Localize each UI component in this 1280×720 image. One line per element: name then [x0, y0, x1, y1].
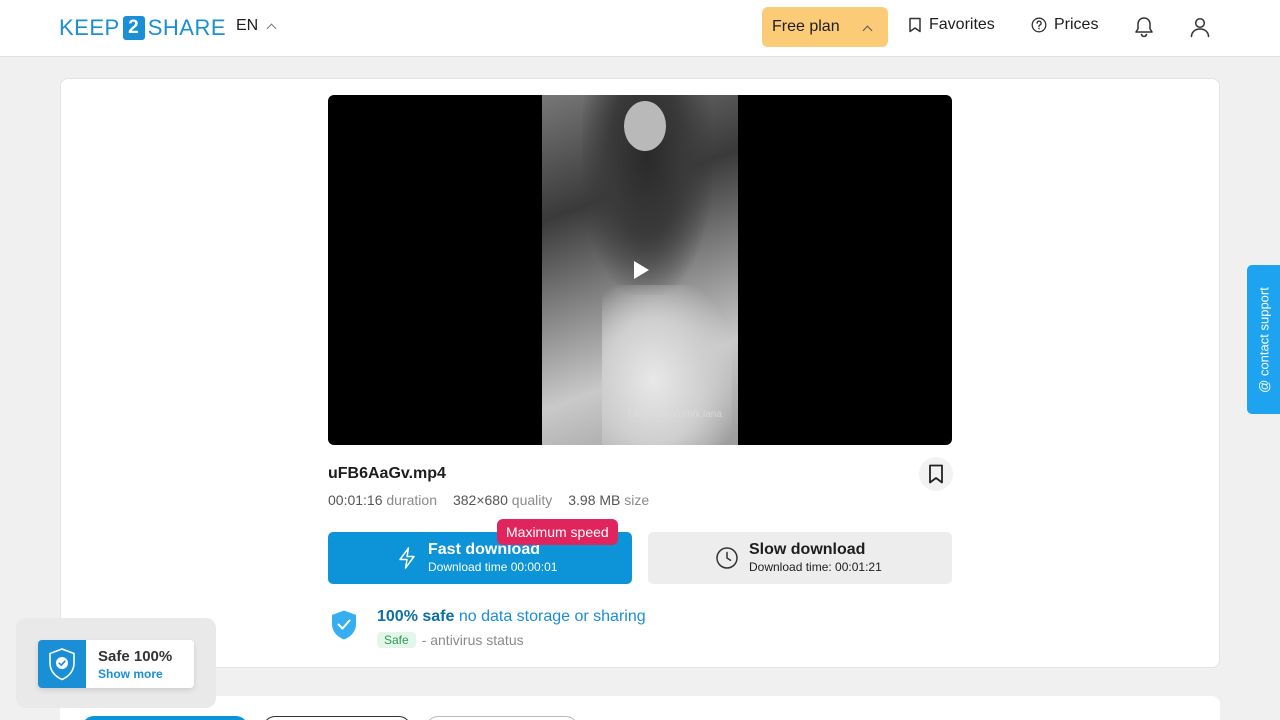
- logo-number: 2: [122, 16, 145, 40]
- antivirus-status-badge: Safe: [377, 632, 416, 648]
- slow-download-button[interactable]: Slow download Download time: 00:01:21: [648, 532, 952, 584]
- site-logo[interactable]: KEEP 2 SHARE: [59, 15, 226, 41]
- quality-label: quality: [511, 492, 553, 508]
- slow-download-time: Download time: 00:01:21: [749, 560, 882, 574]
- file-meta: 00:01:16 duration 382×680 quality 3.98 M…: [328, 492, 649, 508]
- logo-text-left: KEEP: [59, 15, 120, 40]
- video-watermark: OnlyFans.com/x.lana: [628, 409, 722, 420]
- favorites-label: Favorites: [929, 16, 995, 33]
- prices-label: Prices: [1054, 16, 1099, 33]
- safe-popup-title: Safe 100%: [98, 648, 173, 665]
- top-header: KEEP 2 SHARE EN Free plan Favorites Prices: [0, 0, 1280, 57]
- user-account-icon[interactable]: [1187, 14, 1213, 40]
- safe-title-rest: no data storage or sharing: [458, 608, 646, 625]
- clock-icon: [716, 547, 738, 569]
- help-circle-icon: [1031, 17, 1047, 33]
- chevron-up-icon: [862, 25, 873, 36]
- duration-label: duration: [386, 492, 437, 508]
- show-more-link[interactable]: Show more: [98, 667, 163, 681]
- safe-badge-popup[interactable]: Safe 100% Show more: [38, 640, 194, 688]
- file-name: uFB6AaGv.mp4: [328, 465, 446, 482]
- slow-download-title: Slow download: [749, 541, 866, 558]
- free-plan-button[interactable]: Free plan: [762, 7, 888, 47]
- duration-value: 00:01:16: [328, 492, 383, 508]
- prices-link[interactable]: Prices: [1031, 16, 1098, 34]
- bookmark-icon: [929, 464, 943, 484]
- quality-value: 382×680: [452, 492, 508, 508]
- free-plan-label: Free plan: [772, 18, 840, 35]
- size-value: 3.98 MB: [568, 492, 621, 508]
- bookmark-icon: [909, 17, 921, 33]
- chevron-up-icon: [266, 23, 277, 33]
- contact-support-label: @ contact support: [1256, 286, 1271, 393]
- language-selector[interactable]: EN: [236, 17, 277, 35]
- logo-text-right: SHARE: [147, 15, 226, 40]
- contact-support-tab[interactable]: @ contact support: [1247, 265, 1280, 414]
- add-to-favorites-button[interactable]: [919, 457, 953, 491]
- favorites-link[interactable]: Favorites: [908, 16, 995, 34]
- fast-download-time: Download time 00:00:01: [428, 560, 558, 574]
- shield-check-icon: [332, 610, 356, 640]
- safe-title-bold: 100% safe: [377, 608, 455, 625]
- tab-second[interactable]: [263, 716, 411, 720]
- tab-third[interactable]: [426, 716, 578, 720]
- maximum-speed-badge: Maximum speed: [497, 519, 618, 545]
- language-label: EN: [236, 17, 259, 34]
- video-player[interactable]: OnlyFans.com/x.lana: [328, 95, 952, 445]
- size-label: size: [624, 492, 650, 508]
- lightning-icon: [399, 547, 415, 569]
- notifications-bell-icon[interactable]: [1131, 14, 1157, 40]
- play-icon[interactable]: [634, 261, 649, 279]
- tab-active[interactable]: [82, 716, 248, 720]
- shield-check-icon: [49, 648, 75, 681]
- antivirus-status-label: - antivirus status: [421, 632, 524, 648]
